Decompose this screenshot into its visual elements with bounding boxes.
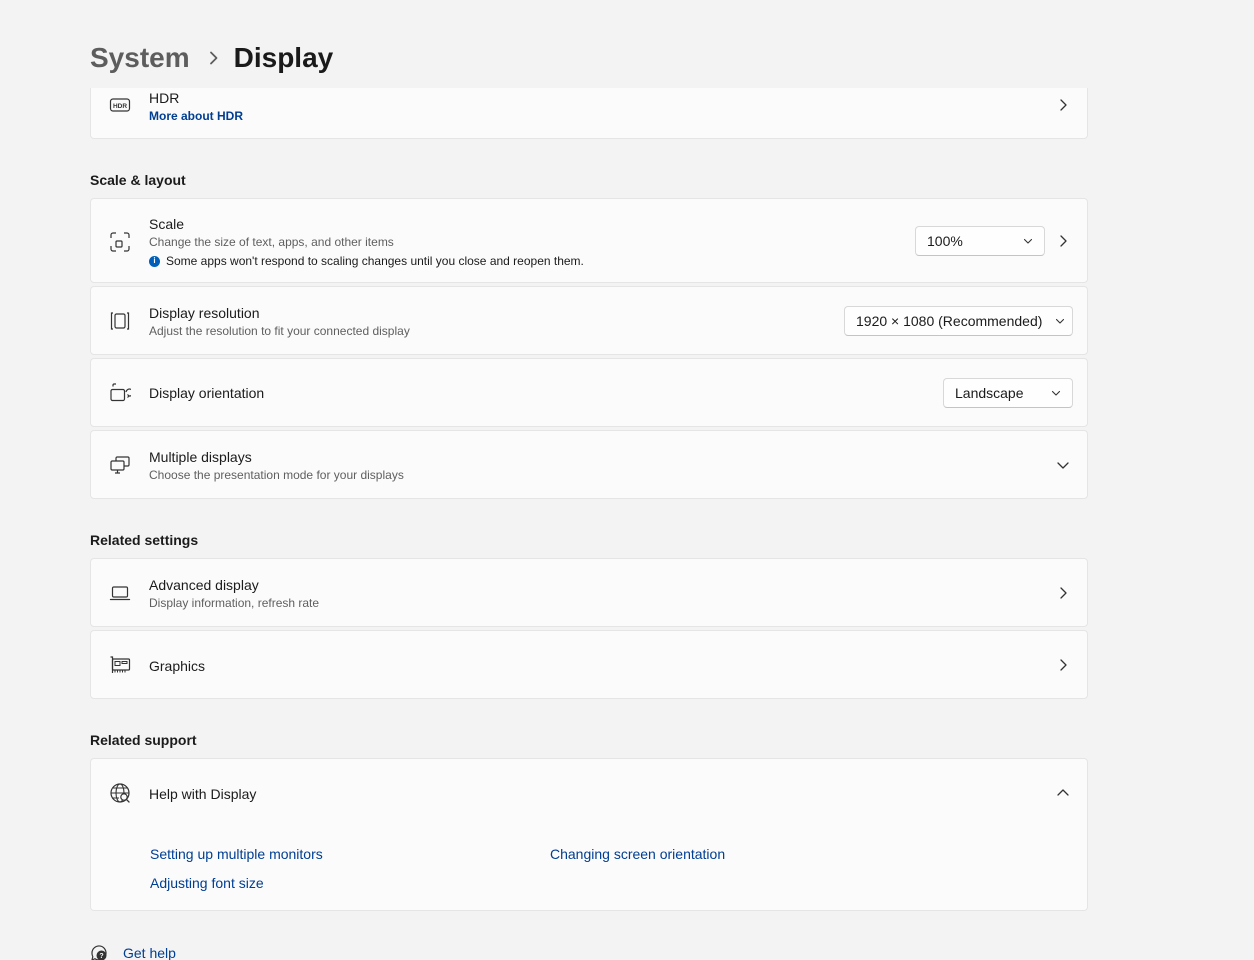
settings-page: System Display HDR HDR More about HDR Sc…: [0, 0, 1254, 960]
multiple-displays-icon: [109, 454, 131, 476]
chevron-up-icon[interactable]: [1055, 785, 1071, 801]
advanced-display-card[interactable]: Advanced display Display information, re…: [90, 558, 1088, 627]
breadcrumb: System Display: [90, 38, 333, 78]
hdr-title: HDR: [149, 90, 180, 106]
svg-text:HDR: HDR: [113, 103, 127, 110]
scale-value: 100%: [927, 233, 963, 249]
multiple-displays-subtitle: Choose the presentation mode for your di…: [149, 468, 404, 482]
orientation-value: Landscape: [955, 385, 1024, 401]
chevron-right-icon[interactable]: [1055, 233, 1071, 249]
scale-title: Scale: [149, 216, 185, 232]
chevron-down-icon: [1050, 387, 1062, 399]
chevron-right-icon[interactable]: [1055, 657, 1071, 673]
resolution-value: 1920 × 1080 (Recommended): [856, 313, 1043, 329]
breadcrumb-system[interactable]: System: [90, 42, 190, 74]
scale-card[interactable]: Scale Change the size of text, apps, and…: [90, 198, 1088, 283]
link-setting-up-multiple-monitors[interactable]: Setting up multiple monitors: [150, 846, 323, 862]
help-with-display-title: Help with Display: [149, 786, 257, 802]
more-about-hdr-link[interactable]: More about HDR: [149, 108, 243, 124]
globe-search-icon: [109, 782, 131, 804]
resolution-subtitle: Adjust the resolution to fit your connec…: [149, 324, 410, 338]
breadcrumb-chevron-icon: [208, 51, 220, 65]
get-help-link[interactable]: ? Get help: [90, 944, 176, 960]
multiple-displays-title: Multiple displays: [149, 449, 252, 465]
resolution-dropdown[interactable]: 1920 × 1080 (Recommended): [844, 306, 1073, 336]
chevron-down-icon: [1054, 315, 1066, 327]
scale-dropdown[interactable]: 100%: [915, 226, 1045, 256]
link-changing-screen-orientation[interactable]: Changing screen orientation: [550, 846, 725, 862]
advanced-display-title: Advanced display: [149, 577, 259, 593]
orientation-title: Display orientation: [149, 385, 265, 401]
chevron-right-icon[interactable]: [1055, 97, 1071, 113]
laptop-icon: [109, 582, 131, 604]
orientation-dropdown[interactable]: Landscape: [943, 378, 1073, 408]
section-related-settings: Related settings: [90, 532, 199, 548]
get-help-label: Get help: [123, 945, 176, 960]
chevron-down-icon[interactable]: [1055, 457, 1071, 473]
orientation-icon: [109, 382, 131, 404]
section-related-support: Related support: [90, 732, 197, 748]
graphics-card-icon: [109, 654, 131, 676]
link-adjusting-font-size[interactable]: Adjusting font size: [150, 875, 264, 891]
page-title: Display: [233, 42, 334, 73]
scale-icon: [109, 231, 131, 253]
scale-info-text: Some apps won't respond to scaling chang…: [166, 254, 584, 268]
section-scale-layout: Scale & layout: [90, 172, 186, 188]
advanced-display-subtitle: Display information, refresh rate: [149, 596, 320, 610]
display-orientation-card: Display orientation Landscape: [90, 358, 1088, 427]
hdr-icon: HDR: [109, 94, 131, 116]
info-icon: i: [149, 255, 160, 267]
display-resolution-card: Display resolution Adjust the resolution…: [90, 286, 1088, 355]
chevron-right-icon[interactable]: [1055, 585, 1071, 601]
graphics-title: Graphics: [149, 658, 206, 674]
scale-info-message: i Some apps won't respond to scaling cha…: [149, 253, 584, 269]
scale-subtitle: Change the size of text, apps, and other…: [149, 235, 394, 249]
svg-text:?: ?: [99, 953, 103, 960]
hdr-card[interactable]: HDR HDR More about HDR: [90, 88, 1088, 139]
help-links-panel: Setting up multiple monitors Changing sc…: [90, 826, 1088, 911]
resolution-title: Display resolution: [149, 305, 260, 321]
multiple-displays-card[interactable]: Multiple displays Choose the presentatio…: [90, 430, 1088, 499]
resolution-icon: [109, 310, 131, 332]
get-help-icon: ?: [90, 944, 108, 960]
chevron-down-icon: [1022, 235, 1034, 247]
graphics-card[interactable]: Graphics: [90, 630, 1088, 699]
help-with-display-card[interactable]: Help with Display: [90, 758, 1088, 827]
